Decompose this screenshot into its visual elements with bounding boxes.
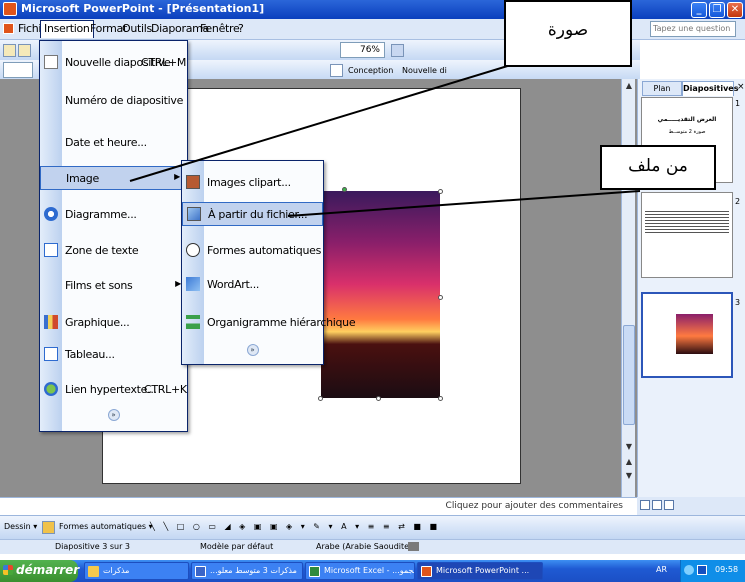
callout-from-file: من ملف (600, 145, 716, 190)
callout-picture: صورة (504, 0, 632, 67)
annotation-arrows (129, 46, 641, 217)
arrow-to-image (129, 46, 571, 182)
arrow-to-from-file (287, 190, 641, 217)
powerpoint-window: { "window": { "title": "Microsoft PowerP… (0, 0, 745, 582)
